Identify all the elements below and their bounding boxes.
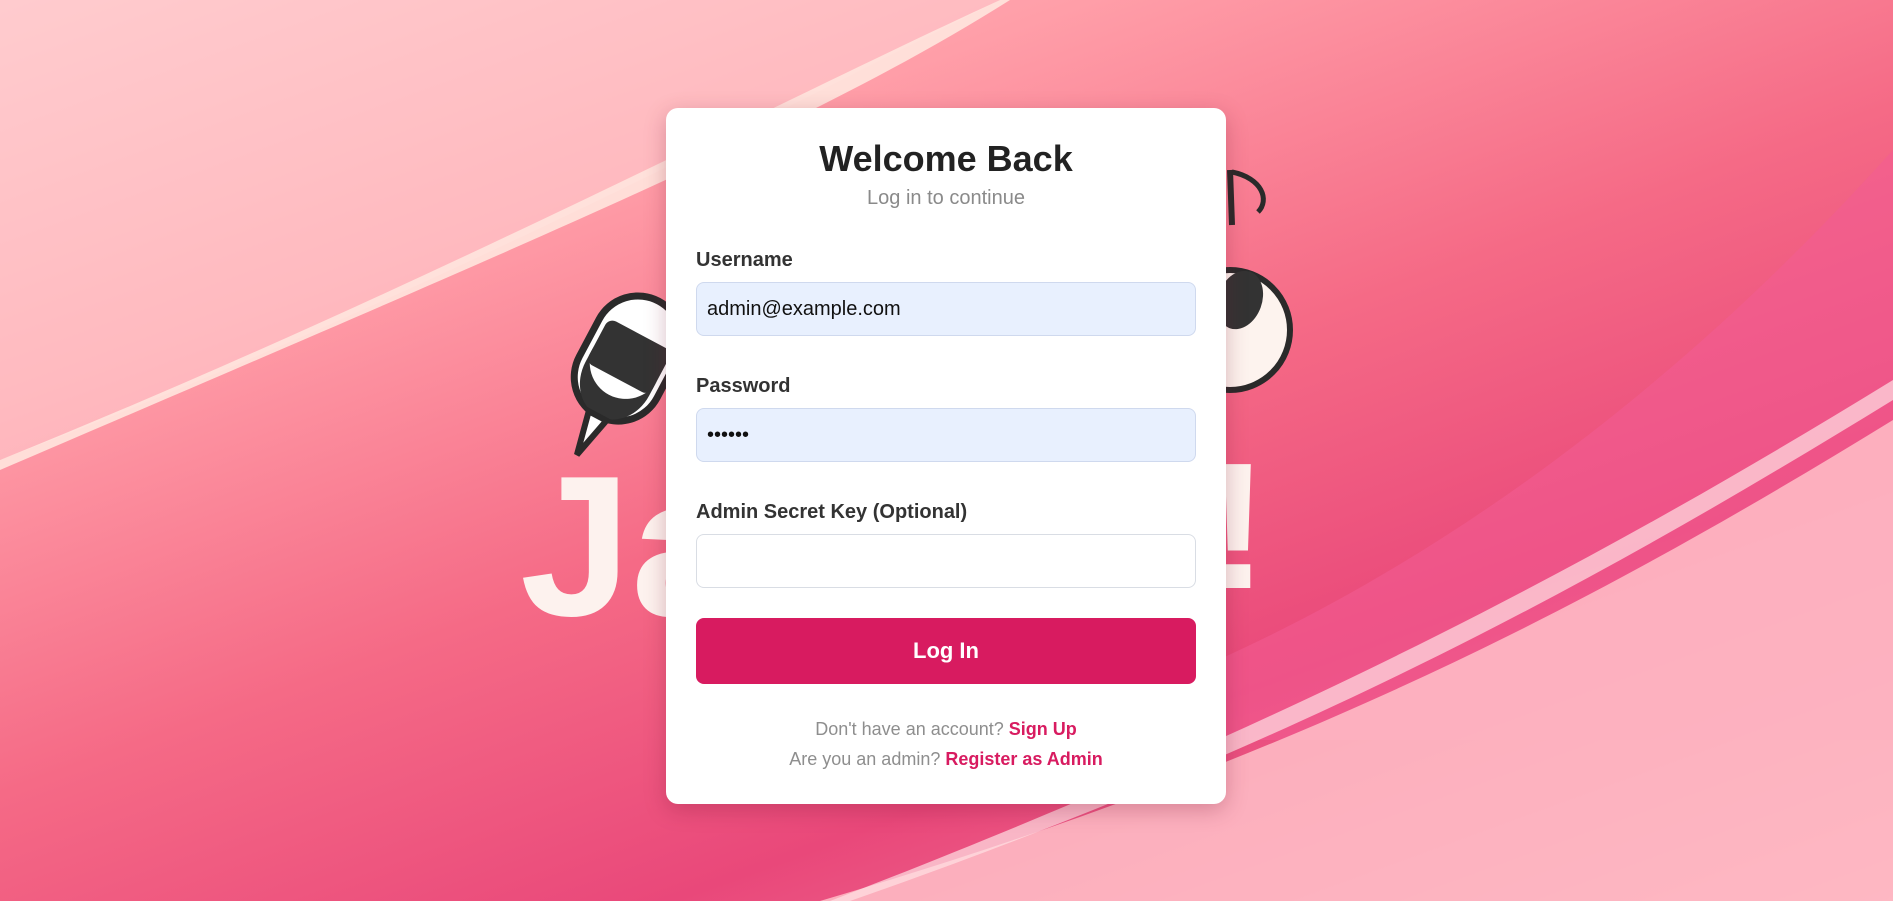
login-page: Ja ! Welcome Back Log in to continue Use… — [0, 0, 1893, 901]
admin-key-field-group: Admin Secret Key (Optional) — [696, 500, 1196, 588]
login-button[interactable]: Log In — [696, 618, 1196, 684]
page-subtitle: Log in to continue — [867, 187, 1025, 209]
signup-row: Don't have an account? Sign Up — [696, 714, 1196, 744]
login-card: Welcome Back Log in to continue Username… — [666, 108, 1226, 804]
admin-key-input[interactable] — [696, 534, 1196, 588]
password-field-group: Password — [696, 374, 1196, 462]
username-field-group: Username — [696, 248, 1196, 336]
password-label: Password — [696, 375, 791, 397]
page-title: Welcome Back — [819, 138, 1073, 179]
register-admin-link[interactable]: Register as Admin — [945, 749, 1102, 769]
admin-key-label: Admin Secret Key (Optional) — [696, 501, 968, 523]
admin-register-row: Are you an admin? Register as Admin — [696, 744, 1196, 774]
music-note-icon — [1227, 169, 1266, 226]
admin-prompt: Are you an admin? — [789, 749, 941, 769]
username-label: Username — [696, 249, 793, 271]
signup-prompt: Don't have an account? — [815, 719, 1004, 739]
username-input[interactable] — [696, 282, 1196, 336]
signup-link[interactable]: Sign Up — [1009, 719, 1077, 739]
auth-footer: Don't have an account? Sign Up Are you a… — [696, 714, 1196, 774]
password-input[interactable] — [696, 408, 1196, 462]
